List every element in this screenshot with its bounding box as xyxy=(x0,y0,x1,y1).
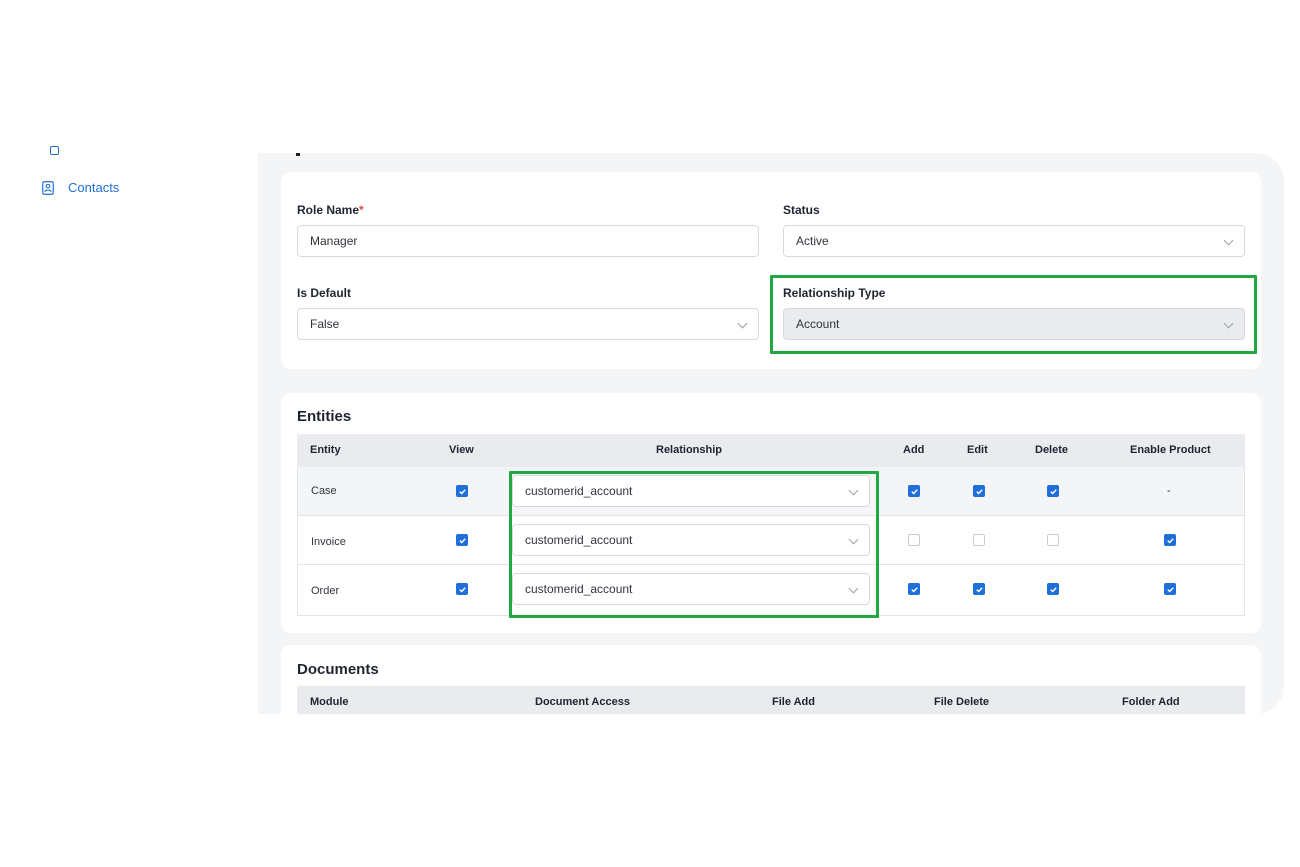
entities-table: Entity View Relationship Add Edit Delete… xyxy=(297,434,1245,618)
column-header-relationship: Relationship xyxy=(656,444,723,456)
is-default-label: Is Default xyxy=(297,286,352,300)
status-value: Active xyxy=(796,234,829,248)
column-header-entity: Entity xyxy=(310,444,341,456)
entities-title: Entities xyxy=(297,408,352,425)
chevron-down-icon xyxy=(848,485,859,496)
table-header: Module Document Access File Add File Del… xyxy=(297,686,1245,714)
column-header-document-access: Document Access xyxy=(535,696,630,708)
column-header-delete: Delete xyxy=(1035,444,1069,456)
column-header-edit: Edit xyxy=(967,444,988,456)
sidebar-item-label: Contacts xyxy=(68,180,120,195)
column-header-view: View xyxy=(449,444,474,456)
document-icon xyxy=(50,146,59,155)
relationship-value: customerid_account xyxy=(525,533,633,547)
sidebar-item-partial xyxy=(40,143,120,155)
relationship-select[interactable]: customerid_account xyxy=(512,524,870,556)
sidebar: Contacts xyxy=(0,0,258,867)
enable-product-value: - xyxy=(1167,485,1171,497)
contact-card-icon xyxy=(42,180,54,195)
main-content: Role Name* Manager Status Active Is Defa… xyxy=(258,153,1284,714)
role-name-label-text: Role Name xyxy=(297,203,360,217)
view-checkbox[interactable] xyxy=(456,485,468,497)
chevron-down-icon xyxy=(1223,318,1234,329)
role-name-label: Role Name* xyxy=(297,203,364,217)
entity-name: Invoice xyxy=(311,536,346,548)
relationship-value: customerid_account xyxy=(525,484,633,498)
view-checkbox[interactable] xyxy=(456,534,468,546)
relationship-type-value: Account xyxy=(796,317,840,331)
column-header-folder-add: Folder Add xyxy=(1122,696,1180,708)
chevron-down-icon xyxy=(1223,235,1234,246)
view-checkbox[interactable] xyxy=(456,583,468,595)
add-checkbox[interactable] xyxy=(908,485,920,497)
status-select[interactable]: Active xyxy=(783,225,1245,257)
relationship-select[interactable]: customerid_account xyxy=(512,573,870,605)
enable-product-checkbox[interactable] xyxy=(1164,583,1176,595)
documents-table: Module Document Access File Add File Del… xyxy=(297,686,1245,714)
add-checkbox[interactable] xyxy=(908,583,920,595)
required-marker: * xyxy=(359,203,364,217)
delete-checkbox[interactable] xyxy=(1047,583,1059,595)
documents-title: Documents xyxy=(297,661,379,678)
chevron-down-icon xyxy=(737,318,748,329)
edit-checkbox[interactable] xyxy=(973,534,985,546)
entity-name: Order xyxy=(311,585,340,597)
edit-checkbox[interactable] xyxy=(973,583,985,595)
column-header-module: Module xyxy=(310,696,349,708)
page-title-partial xyxy=(296,153,300,156)
relationship-select[interactable]: customerid_account xyxy=(512,475,870,507)
edit-checkbox[interactable] xyxy=(973,485,985,497)
is-default-select[interactable]: False xyxy=(297,308,759,340)
status-label: Status xyxy=(783,203,820,217)
table-row: Order customerid_account xyxy=(297,565,1245,616)
column-header-file-delete: File Delete xyxy=(934,696,990,708)
chevron-down-icon xyxy=(848,583,859,594)
enable-product-checkbox[interactable] xyxy=(1164,534,1176,546)
role-details-card: Role Name* Manager Status Active Is Defa… xyxy=(281,172,1261,369)
role-name-input[interactable]: Manager xyxy=(297,225,759,257)
relationship-value: customerid_account xyxy=(525,582,633,596)
chevron-down-icon xyxy=(848,534,859,545)
table-row: Case customerid_account - xyxy=(297,467,1245,516)
column-header-file-add: File Add xyxy=(772,696,815,708)
documents-card: Documents Module Document Access File Ad… xyxy=(281,645,1261,714)
entities-card: Entities Entity View Relationship Add Ed… xyxy=(281,393,1261,633)
is-default-value: False xyxy=(310,317,340,331)
relationship-type-select[interactable]: Account xyxy=(783,308,1245,340)
role-name-value: Manager xyxy=(310,234,358,248)
table-header: Entity View Relationship Add Edit Delete… xyxy=(297,434,1245,467)
delete-checkbox[interactable] xyxy=(1047,534,1059,546)
column-header-add: Add xyxy=(903,444,925,456)
add-checkbox[interactable] xyxy=(908,534,920,546)
column-header-enable-product: Enable Product xyxy=(1130,444,1211,456)
sidebar-item-contacts[interactable]: Contacts xyxy=(42,180,119,195)
delete-checkbox[interactable] xyxy=(1047,485,1059,497)
table-row: Invoice customerid_account xyxy=(297,516,1245,565)
entity-name: Case xyxy=(311,485,337,497)
relationship-type-label: Relationship Type xyxy=(783,286,886,300)
